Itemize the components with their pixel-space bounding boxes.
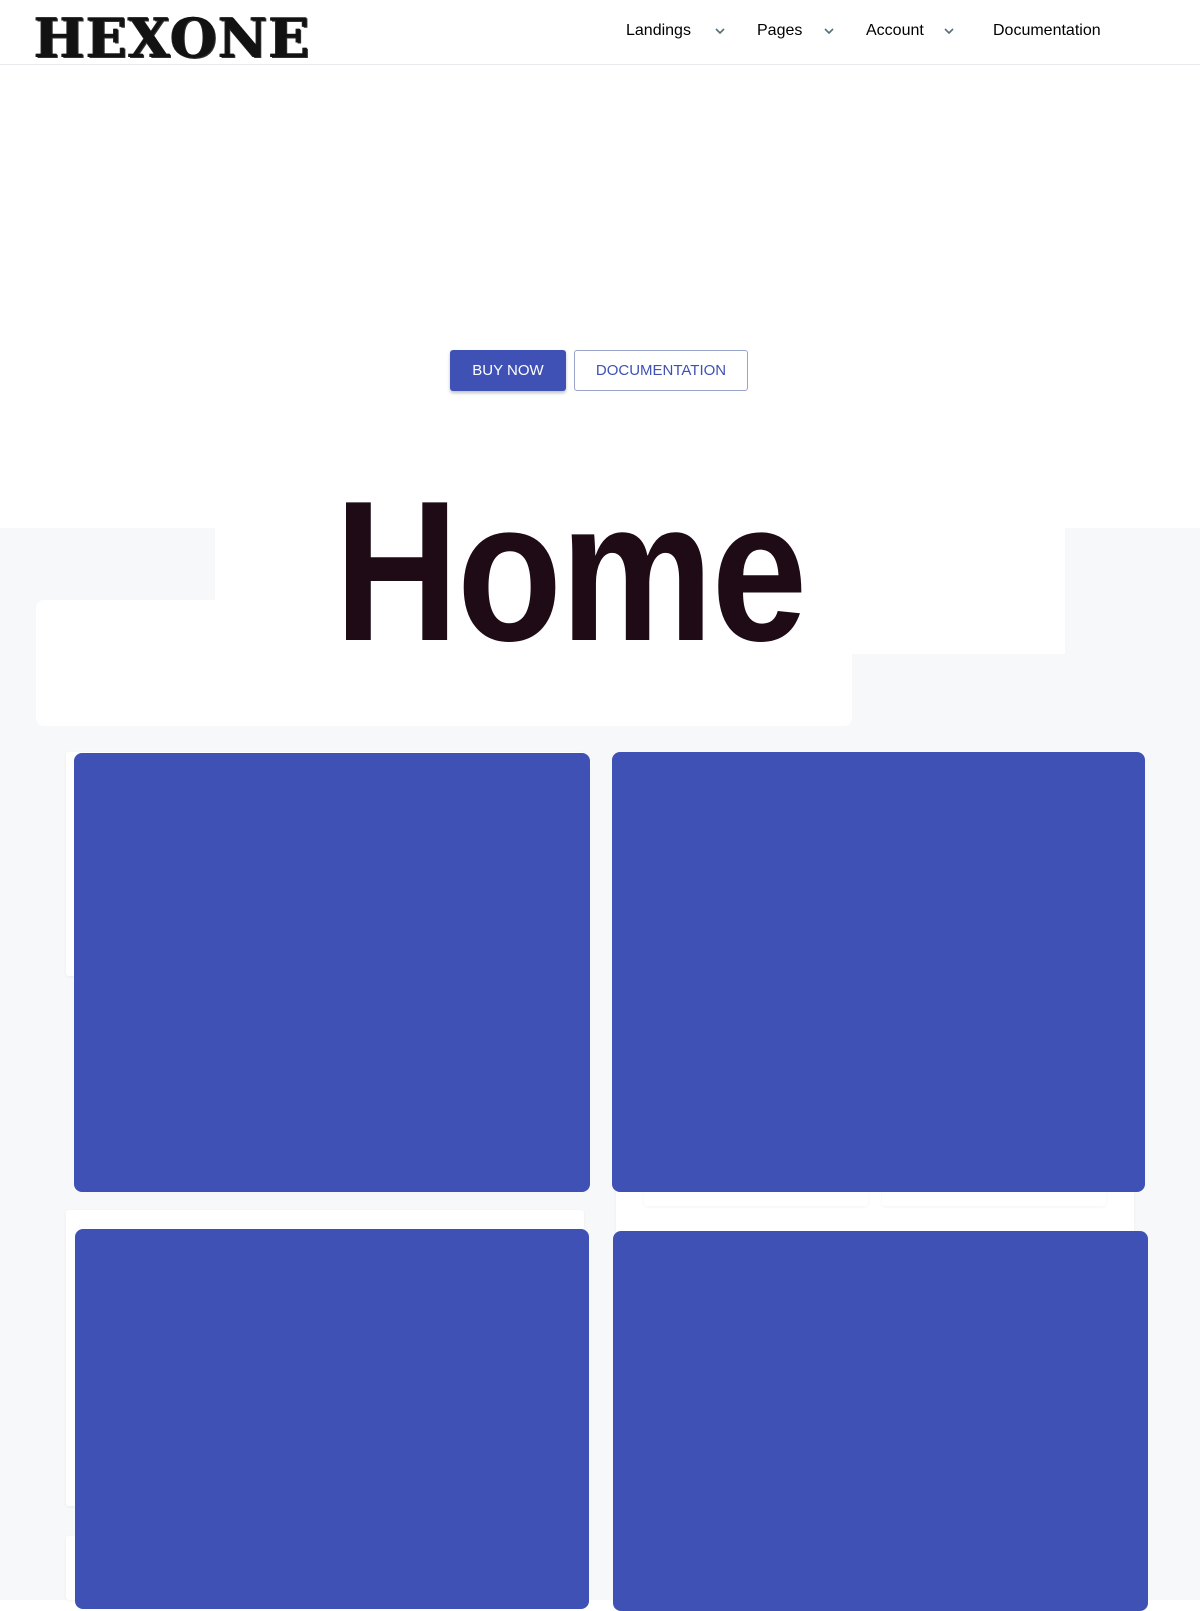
nav-item-pages[interactable]: Pages — [757, 22, 836, 40]
feature-tile[interactable] — [613, 1231, 1148, 1611]
feature-tile[interactable] — [612, 752, 1145, 1192]
chevron-down-icon — [713, 24, 727, 38]
chevron-down-icon — [942, 24, 956, 38]
nav-item-account[interactable]: Account — [866, 22, 956, 40]
nav-item-label: Documentation — [993, 22, 1101, 39]
nav-item-documentation[interactable]: Documentation — [993, 22, 1101, 40]
brand-logo[interactable]: HEXONE — [34, 10, 311, 66]
chevron-down-icon — [822, 24, 836, 38]
documentation-button[interactable]: DOCUMENTATION — [574, 350, 748, 391]
page-title: Home — [334, 460, 807, 683]
buy-now-button[interactable]: BUY NOW — [450, 350, 566, 391]
feature-tile[interactable] — [75, 1229, 589, 1609]
nav-item-label: Account — [866, 22, 924, 39]
nav-item-label: Pages — [757, 22, 803, 39]
top-navbar: HEXONE Landings Pages Account Documentat… — [0, 0, 1200, 66]
feature-tile[interactable] — [74, 753, 590, 1192]
nav-item-landings[interactable]: Landings — [626, 22, 727, 40]
nav-item-label: Landings — [626, 22, 691, 39]
